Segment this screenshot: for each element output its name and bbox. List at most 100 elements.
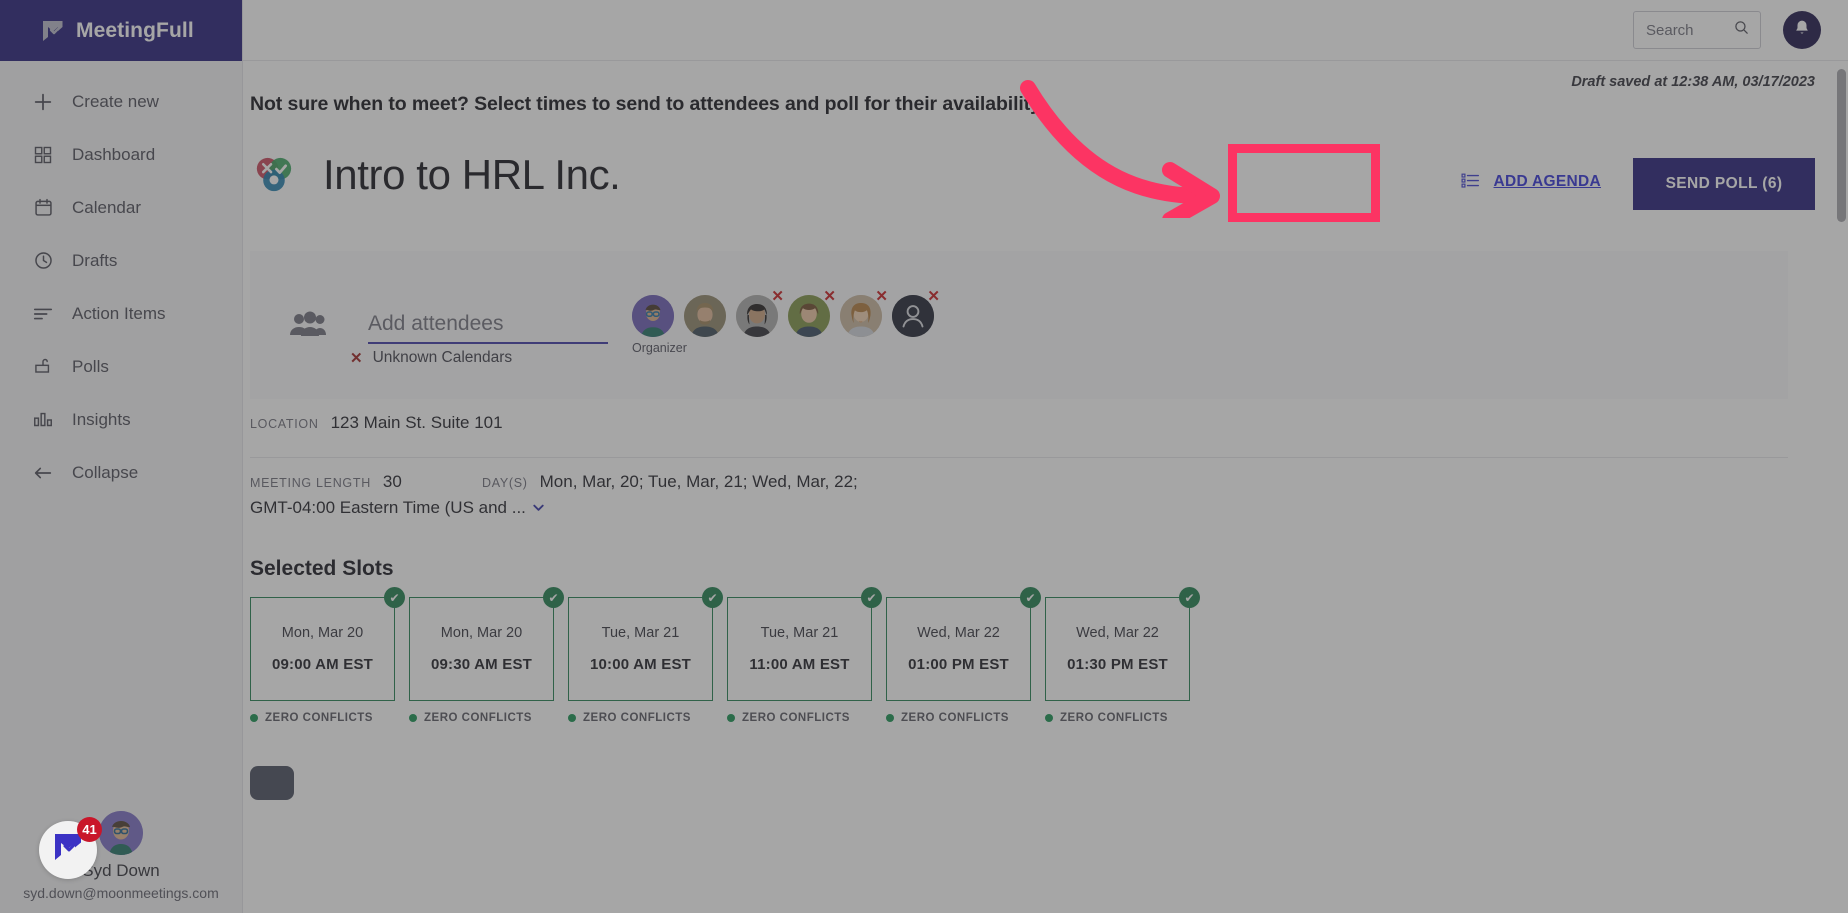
scrollbar-thumb[interactable] (1837, 69, 1846, 222)
timezone-value: GMT-04:00 Eastern Time (US and ... (250, 498, 526, 517)
clock-icon (31, 249, 55, 273)
slot-item: Tue, Mar 21 10:00 AM EST ✔ ZERO CONFLICT… (568, 587, 723, 724)
status-dot-icon (250, 714, 258, 722)
sidebar-item-insights[interactable]: Insights (0, 393, 242, 446)
location-row[interactable]: LOCATION 123 Main St. Suite 101 (250, 413, 503, 433)
user-name: Syd Down (82, 861, 160, 880)
next-section-chip[interactable] (250, 766, 294, 800)
organizer-caption: Organizer (632, 341, 687, 355)
meeting-length-row[interactable]: MEETING LENGTH 30 (250, 472, 402, 492)
remove-attendee-icon[interactable]: ✕ (771, 289, 784, 304)
sidebar-item-label: Action Items (72, 303, 166, 323)
x-mark-icon: ✕ (350, 350, 363, 367)
notifications-button[interactable] (1783, 11, 1821, 49)
sidebar-item-label: Drafts (72, 250, 118, 270)
slot-conflicts-label: ZERO CONFLICTS (901, 712, 1009, 724)
sidebar-item-dashboard[interactable]: Dashboard (0, 128, 242, 181)
send-poll-button[interactable]: SEND POLL (6) (1633, 158, 1815, 210)
sidebar-item-label: Polls (72, 356, 109, 376)
check-circle-icon[interactable]: ✔ (1179, 587, 1200, 608)
vertical-scrollbar[interactable] (1835, 61, 1848, 913)
slot-conflicts-label: ZERO CONFLICTS (424, 712, 532, 724)
search-input[interactable]: Search (1633, 11, 1761, 49)
people-icon (288, 310, 328, 340)
meeting-length-label: MEETING LENGTH (250, 476, 371, 490)
sidebar-item-calendar[interactable]: Calendar (0, 181, 242, 234)
check-circle-icon[interactable]: ✔ (702, 587, 723, 608)
check-circle-icon[interactable]: ✔ (543, 587, 564, 608)
sidebar-item-create-new[interactable]: Create new (0, 75, 242, 128)
slot-time: 10:00 AM EST (589, 656, 692, 673)
sidebar-item-drafts[interactable]: Drafts (0, 234, 242, 287)
add-agenda-label: ADD AGENDA (1493, 173, 1601, 190)
slot-item: Mon, Mar 20 09:00 AM EST ✔ ZERO CONFLICT… (250, 587, 405, 724)
attendee-avatar-5[interactable]: ✕ (840, 289, 888, 337)
sidebar-item-polls[interactable]: Polls (0, 340, 242, 393)
attendee-avatar-2[interactable] (684, 295, 726, 337)
brand[interactable]: MeetingFull (0, 0, 242, 61)
slot-conflicts: ZERO CONFLICTS (568, 712, 713, 724)
slot-date: Mon, Mar 20 (440, 625, 523, 641)
location-value: 123 Main St. Suite 101 (330, 413, 503, 432)
check-circle-icon[interactable]: ✔ (384, 587, 405, 608)
remove-attendee-icon[interactable]: ✕ (823, 289, 836, 304)
slot-conflicts: ZERO CONFLICTS (409, 712, 554, 724)
agenda-list-icon (1460, 170, 1480, 195)
slot-time: 01:30 PM EST (1067, 656, 1168, 673)
unknown-calendars-label: Unknown Calendars (372, 349, 513, 366)
slot-card[interactable]: Wed, Mar 22 01:30 PM EST ✔ (1045, 587, 1200, 701)
user-email: syd.down@moonmeetings.com (23, 885, 219, 901)
meeting-length-value: 30 (382, 472, 402, 491)
attendee-photo (684, 295, 726, 337)
slot-card[interactable]: Tue, Mar 21 10:00 AM EST ✔ (568, 587, 723, 701)
remove-attendee-icon[interactable]: ✕ (927, 289, 940, 304)
chat-widget-button[interactable]: 41 (39, 817, 102, 879)
days-value: Mon, Mar, 20; Tue, Mar, 21; Wed, Mar, 22… (539, 472, 858, 491)
days-label: DAY(S) (482, 476, 528, 490)
title-row: Intro to HRL Inc. (250, 151, 621, 199)
poll-box-icon (31, 355, 55, 379)
add-agenda-button[interactable]: ADD AGENDA (1437, 158, 1623, 206)
sidebar-user[interactable]: Syd Down syd.down@moonmeetings.com (0, 811, 242, 901)
slot-item: Wed, Mar 22 01:30 PM EST ✔ ZERO CONFLICT… (1045, 587, 1200, 724)
unknown-calendars-status: ✕ Unknown Calendars (350, 349, 512, 367)
main-content: Draft saved at 12:38 AM, 03/17/2023 Not … (243, 61, 1848, 913)
add-attendees-field[interactable] (368, 306, 608, 344)
days-row[interactable]: DAY(S) Mon, Mar, 20; Tue, Mar, 21; Wed, … (482, 472, 858, 492)
slot-card[interactable]: Mon, Mar 20 09:30 AM EST ✔ (409, 587, 564, 701)
timezone-select[interactable]: GMT-04:00 Eastern Time (US and ... (250, 498, 546, 518)
status-dot-icon (568, 714, 576, 722)
check-circle-icon[interactable]: ✔ (1020, 587, 1041, 608)
slot-time: 11:00 AM EST (749, 656, 850, 673)
check-circle-icon[interactable]: ✔ (861, 587, 882, 608)
slot-card[interactable]: Mon, Mar 20 09:00 AM EST ✔ (250, 587, 405, 701)
add-attendees-input[interactable] (368, 306, 608, 344)
slot-item: Mon, Mar 20 09:30 AM EST ✔ ZERO CONFLICT… (409, 587, 564, 724)
slot-card[interactable]: Tue, Mar 21 11:00 AM EST ✔ (727, 587, 882, 701)
chat-unread-badge: 41 (77, 817, 102, 842)
brand-name: MeetingFull (76, 18, 194, 42)
status-dot-icon (727, 714, 735, 722)
attendee-avatar-6[interactable]: ✕ (892, 289, 940, 337)
divider (250, 457, 1788, 458)
slot-conflicts-label: ZERO CONFLICTS (742, 712, 850, 724)
slot-date: Mon, Mar 20 (281, 625, 364, 641)
attendee-avatar-4[interactable]: ✕ (788, 289, 836, 337)
meetingfull-logo-icon (40, 18, 66, 44)
attendee-avatar-3[interactable]: ✕ (736, 289, 784, 337)
sidebar-item-collapse[interactable]: Collapse (0, 446, 242, 499)
slot-date: Tue, Mar 21 (601, 625, 680, 641)
slot-conflicts: ZERO CONFLICTS (1045, 712, 1190, 724)
attendee-organizer[interactable]: Organizer (632, 295, 687, 355)
slot-item: Wed, Mar 22 01:00 PM EST ✔ ZERO CONFLICT… (886, 587, 1041, 724)
slot-time: 09:00 AM EST (271, 656, 374, 673)
sidebar-nav: Create new Dashboard Calendar Drafts Act… (0, 61, 242, 499)
remove-attendee-icon[interactable]: ✕ (875, 289, 888, 304)
calendar-icon (31, 196, 55, 220)
attendee-avatars: Organizer ✕ ✕ ✕ ✕ (632, 289, 940, 355)
slot-conflicts-label: ZERO CONFLICTS (265, 712, 373, 724)
sidebar-item-action-items[interactable]: Action Items (0, 287, 242, 340)
slot-card[interactable]: Wed, Mar 22 01:00 PM EST ✔ (886, 587, 1041, 701)
sidebar-item-label: Dashboard (72, 144, 156, 164)
search-icon (1733, 19, 1750, 41)
